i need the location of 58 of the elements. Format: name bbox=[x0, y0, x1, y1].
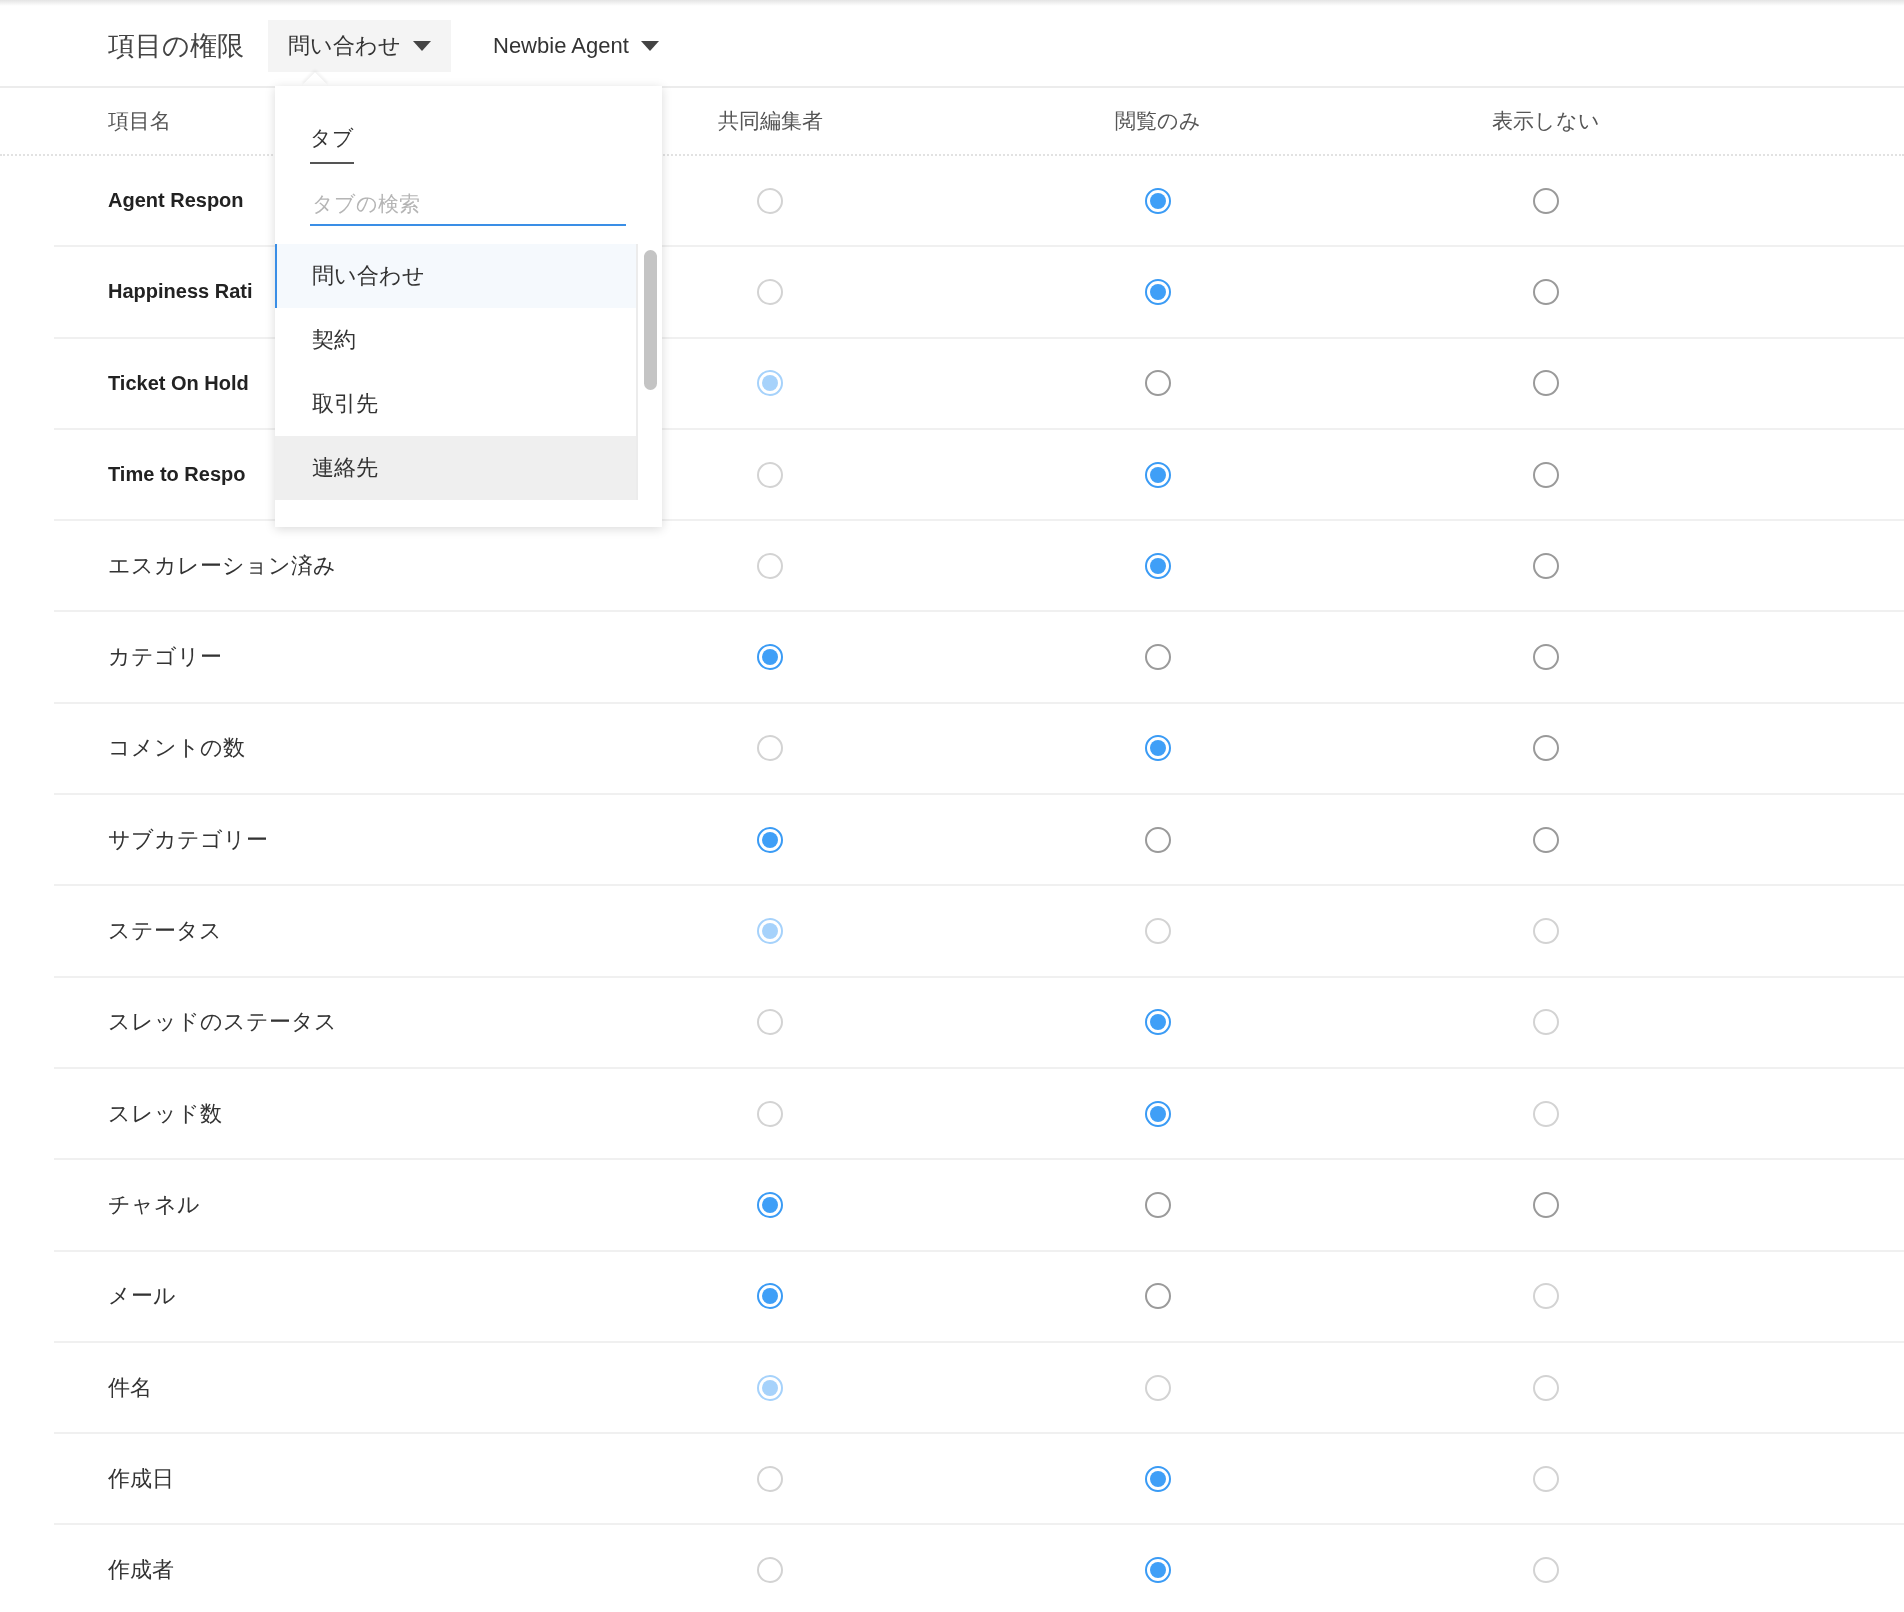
page-title: 項目の権限 bbox=[108, 30, 244, 63]
field-name: 件名 bbox=[108, 1373, 152, 1402]
radio-button[interactable] bbox=[1145, 1465, 1171, 1492]
radio-button[interactable] bbox=[757, 1283, 783, 1310]
field-name: 作成者 bbox=[108, 1556, 174, 1585]
radio-button[interactable] bbox=[1533, 735, 1559, 762]
column-header: 共同編集者 bbox=[717, 108, 823, 134]
radio-button[interactable] bbox=[1145, 1557, 1171, 1584]
radio-button[interactable] bbox=[1533, 826, 1559, 853]
field-name: Ticket On Hold bbox=[108, 371, 249, 395]
field-name: コメントの数 bbox=[108, 734, 245, 763]
menu-tab[interactable]: タブ bbox=[310, 124, 354, 164]
radio-button[interactable] bbox=[1145, 552, 1171, 579]
radio-button[interactable] bbox=[1145, 278, 1171, 305]
radio-button[interactable] bbox=[1533, 370, 1559, 397]
field-name: カテゴリー bbox=[108, 643, 222, 672]
radio-button[interactable] bbox=[1533, 187, 1559, 214]
field-name: エスカレーション済み bbox=[108, 551, 336, 580]
field-name: チャネル bbox=[108, 1190, 200, 1219]
menu-item[interactable]: 問い合わせ bbox=[275, 244, 636, 308]
caret-icon bbox=[640, 41, 659, 51]
menu-item[interactable]: 契約 bbox=[275, 308, 636, 372]
radio-button[interactable] bbox=[757, 1191, 783, 1218]
field-name: スレッド数 bbox=[108, 1099, 222, 1128]
radio-button[interactable] bbox=[1145, 461, 1171, 488]
field-name: 作成日 bbox=[108, 1464, 174, 1493]
field-name: Happiness Rati bbox=[108, 280, 253, 304]
radio-button[interactable] bbox=[757, 644, 783, 671]
radio-button[interactable] bbox=[1145, 187, 1171, 214]
menu-item[interactable]: 連絡先 bbox=[275, 436, 636, 500]
column-header: 項目名 bbox=[107, 108, 172, 134]
field-name: サブカテゴリー bbox=[108, 825, 268, 854]
field-name: メール bbox=[108, 1282, 176, 1311]
radio-button[interactable] bbox=[1145, 1009, 1171, 1036]
radio-button[interactable] bbox=[1533, 278, 1559, 305]
radio-button[interactable] bbox=[1533, 552, 1559, 579]
profile-selector[interactable]: Newbie Agent bbox=[473, 20, 679, 72]
field-name: スレッドのステータス bbox=[108, 1008, 337, 1037]
radio-button[interactable] bbox=[1145, 1283, 1171, 1310]
radio-button[interactable] bbox=[1533, 1191, 1559, 1218]
radio-button[interactable] bbox=[1533, 644, 1559, 671]
menu-item[interactable]: 取引先 bbox=[275, 372, 636, 436]
radio-button[interactable] bbox=[757, 826, 783, 853]
radio-button[interactable] bbox=[1145, 1191, 1171, 1218]
field-name: ステータス bbox=[108, 917, 222, 945]
radio-button[interactable] bbox=[1145, 644, 1171, 671]
scrollbar-thumb[interactable] bbox=[643, 250, 657, 390]
radio-button[interactable] bbox=[1533, 461, 1559, 488]
tab-selector[interactable]: 問い合わせ bbox=[268, 20, 451, 72]
radio-button[interactable] bbox=[1145, 1100, 1171, 1127]
radio-button[interactable] bbox=[1145, 370, 1171, 397]
caret-icon bbox=[413, 41, 431, 51]
radio-button[interactable] bbox=[1145, 826, 1171, 853]
field-name: Time to Respo bbox=[108, 463, 246, 487]
column-header: 表示しない bbox=[1492, 108, 1600, 134]
radio-button[interactable] bbox=[1145, 735, 1171, 762]
column-header: 閲覧のみ bbox=[1115, 108, 1201, 134]
field-name: Agent Respon bbox=[108, 189, 244, 213]
